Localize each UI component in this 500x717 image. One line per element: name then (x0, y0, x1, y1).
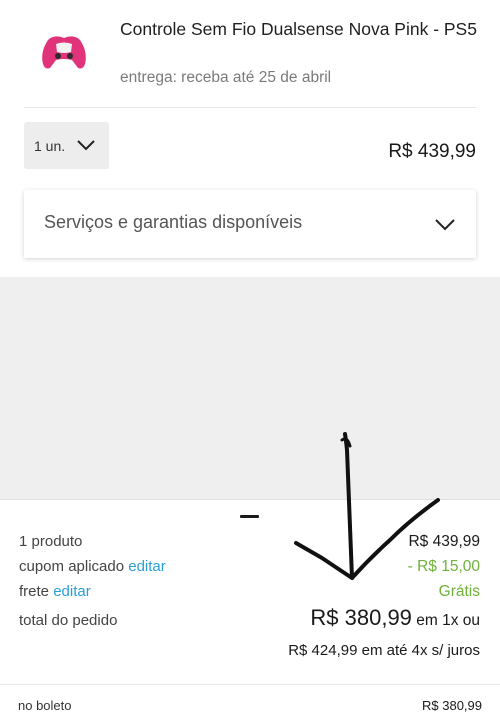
order-total-label: total do pedido (19, 612, 118, 629)
boleto-value: R$ 380,99 (422, 698, 482, 713)
divider (24, 107, 476, 108)
chevron-down-icon (435, 219, 455, 231)
delivery-estimate: entrega: receba até 25 de abril (120, 69, 332, 86)
order-total-value: R$ 380,99 (310, 605, 412, 630)
order-total-suffix: em 1x ou (416, 612, 480, 629)
drag-handle[interactable] (240, 515, 259, 518)
order-total: R$ 380,99 em 1x ou (310, 605, 480, 631)
product-thumbnail[interactable] (38, 30, 90, 74)
shipping-row: frete editar (19, 583, 91, 600)
divider (0, 684, 500, 685)
products-subtotal: R$ 439,99 (408, 533, 480, 550)
services-warranty-dropdown[interactable]: Serviços e garantias disponíveis (24, 190, 476, 258)
coupon-edit-link[interactable]: editar (128, 558, 166, 575)
shipping-label: frete (19, 583, 50, 600)
product-title[interactable]: Controle Sem Fio Dualsense Nova Pink - P… (120, 15, 480, 43)
chevron-down-icon (77, 140, 95, 151)
product-price: R$ 439,99 (388, 141, 476, 162)
shipping-edit-link[interactable]: editar (53, 583, 91, 600)
coupon-row: cupom aplicado editar (19, 558, 166, 575)
product-card: Controle Sem Fio Dualsense Nova Pink - P… (0, 0, 500, 277)
order-summary-sheet: 1 produto R$ 439,99 cupom aplicado edita… (0, 499, 500, 717)
quantity-value: 1 un. (34, 137, 66, 154)
boleto-label: no boleto (18, 698, 72, 713)
coupon-label: cupom aplicado (19, 558, 125, 575)
installments-info: R$ 424,99 em até 4x s/ juros (288, 642, 480, 659)
quantity-select[interactable]: 1 un. (24, 122, 109, 169)
shipping-value: Grátis (438, 583, 480, 600)
coupon-discount: - R$ 15,00 (407, 558, 480, 575)
services-label: Serviços e garantias disponíveis (44, 212, 303, 232)
products-count-label: 1 produto (19, 533, 83, 550)
